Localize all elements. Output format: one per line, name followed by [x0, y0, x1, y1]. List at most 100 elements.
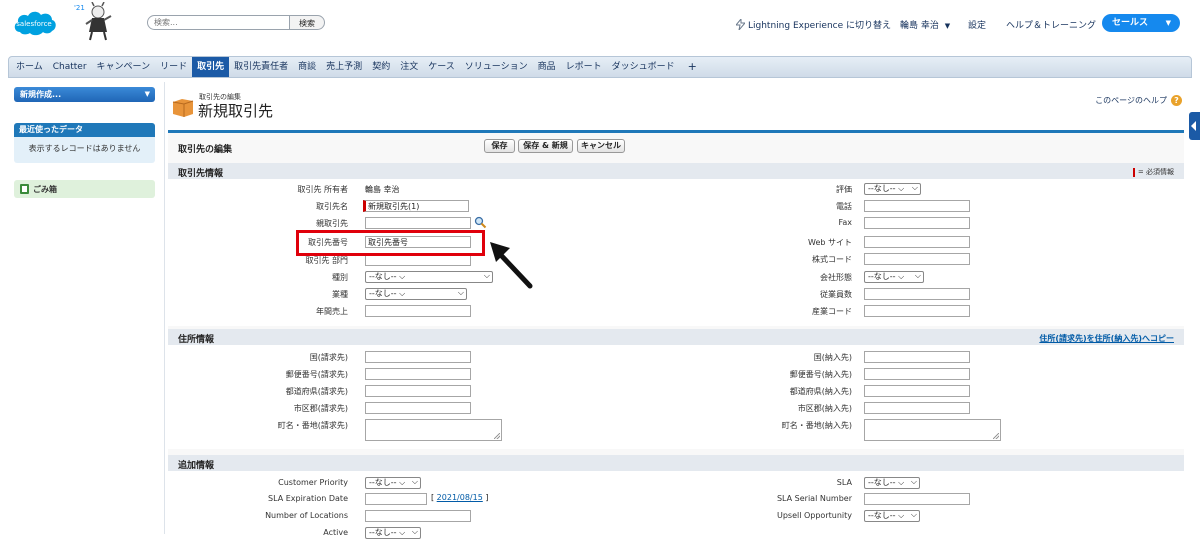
recycle-bin-label: ごみ箱 — [33, 184, 57, 194]
tab-solutions[interactable]: ソリューション — [460, 57, 533, 77]
tab-campaigns[interactable]: キャンペーン — [92, 57, 156, 77]
rating-select-value: --なし-- — [868, 184, 896, 193]
search-button[interactable]: 検索 — [289, 15, 325, 30]
ownership-select-value: --なし-- — [868, 272, 896, 281]
tab-home[interactable]: ホーム — [11, 57, 48, 77]
revenue-label: 年間売上 — [316, 307, 348, 316]
section-additional-info: 追加情報 — [168, 455, 1184, 471]
cancel-button[interactable]: キャンセル — [577, 139, 625, 153]
upsell-select[interactable]: --なし-- ⌵ — [864, 510, 920, 522]
required-marker-icon — [1132, 167, 1135, 177]
recycle-bin-link[interactable]: ごみ箱 — [14, 180, 155, 198]
shipping-street-textarea[interactable] — [864, 419, 1001, 441]
sla-select[interactable]: --なし-- ⌵ — [864, 477, 920, 489]
section-account-info: 取引先情報 = 必須情報 — [168, 163, 1184, 179]
tab-contacts[interactable]: 取引先責任者 — [229, 57, 293, 77]
ticker-input[interactable] — [864, 253, 970, 265]
sidebar-collapse-handle[interactable] — [1189, 112, 1200, 140]
fax-input[interactable] — [864, 217, 970, 229]
fax-label: Fax — [838, 218, 852, 227]
chevron-down-icon: ▼ — [1165, 19, 1171, 27]
recent-items-empty: 表示するレコードはありません — [28, 144, 141, 153]
billing-zip-input[interactable] — [365, 368, 471, 380]
industry-select[interactable]: --なし-- ⌵ — [365, 288, 467, 300]
number-of-locations-input[interactable] — [365, 510, 471, 522]
employees-label: 従業員数 — [820, 290, 852, 299]
website-input[interactable] — [864, 236, 970, 248]
release-badge: '21 — [74, 4, 85, 12]
page-help-label: このページのヘルプ — [1095, 96, 1167, 105]
shipping-city-label: 市区郡(納入先) — [797, 404, 852, 413]
shipping-country-input[interactable] — [864, 351, 970, 363]
sic-input[interactable] — [864, 305, 970, 317]
billing-city-label: 市区郡(請求先) — [293, 404, 348, 413]
save-button[interactable]: 保存 — [484, 139, 515, 153]
create-new-menu[interactable]: 新規作成... ▼ — [14, 87, 155, 102]
rating-select[interactable]: --なし-- ⌵ — [864, 183, 921, 195]
form-header: 取引先の編集 保存 保存 & 新規 キャンセル — [168, 133, 1184, 160]
tab-chatter[interactable]: Chatter — [48, 57, 92, 77]
tab-contracts[interactable]: 契約 — [367, 57, 395, 77]
active-select[interactable]: --なし-- ⌵ — [365, 527, 421, 539]
billing-city-input[interactable] — [365, 402, 471, 414]
today-date-link[interactable]: 2021/08/15 — [437, 493, 483, 502]
section-title: 取引先情報 — [178, 169, 224, 179]
owner-label: 取引先 所有者 — [297, 185, 348, 194]
app-name: セールス — [1112, 18, 1149, 28]
page-title: 新規取引先 — [198, 102, 274, 120]
account-name-input[interactable]: 新規取引先(1) — [363, 200, 469, 212]
billing-street-textarea[interactable] — [365, 419, 502, 441]
add-tab-button[interactable]: + — [680, 57, 705, 77]
billing-state-input[interactable] — [365, 385, 471, 397]
tab-opportunities[interactable]: 商談 — [293, 57, 321, 77]
sla-serial-input[interactable] — [864, 493, 970, 505]
create-new-label: 新規作成... — [20, 90, 62, 99]
sla-expiration-label: SLA Expiration Date — [267, 494, 348, 503]
help-icon: ? — [1171, 95, 1182, 106]
tab-products[interactable]: 商品 — [533, 57, 561, 77]
copy-address-link[interactable]: 住所(請求先)を住所(納入先)へコピー — [1039, 333, 1174, 344]
billing-country-input[interactable] — [365, 351, 471, 363]
shipping-zip-label: 郵便番号(納入先) — [789, 370, 852, 379]
sla-select-value: --なし-- — [868, 478, 896, 487]
revenue-input[interactable] — [365, 305, 471, 317]
parent-account-input[interactable] — [365, 217, 471, 229]
billing-street-label: 町名・番地(請求先) — [277, 421, 348, 430]
tab-orders[interactable]: 注文 — [395, 57, 423, 77]
save-and-new-button[interactable]: 保存 & 新規 — [518, 139, 573, 153]
billing-zip-label: 郵便番号(請求先) — [285, 370, 348, 379]
type-select[interactable]: --なし-- ⌵ — [365, 271, 493, 283]
sla-serial-label: SLA Serial Number — [776, 494, 852, 503]
sla-expiration-input[interactable] — [365, 493, 427, 505]
shipping-zip-input[interactable] — [864, 368, 970, 380]
user-menu[interactable]: 輪島 幸治 ▼ — [900, 18, 950, 31]
ticker-label: 株式コード — [812, 255, 852, 264]
ownership-select[interactable]: --なし-- ⌵ — [864, 271, 924, 283]
chevron-down-icon: ⌵ — [911, 183, 918, 192]
tab-reports[interactable]: レポート — [561, 57, 607, 77]
shipping-city-input[interactable] — [864, 402, 970, 414]
tab-cases[interactable]: ケース — [423, 57, 460, 77]
lightning-switch-link[interactable]: Lightning Experience に切り替え — [736, 18, 891, 31]
search-input[interactable] — [147, 15, 291, 30]
help-training-link[interactable]: ヘルプ＆トレーニング — [1006, 18, 1096, 31]
tab-accounts[interactable]: 取引先 — [192, 57, 230, 77]
highlight-box — [296, 230, 485, 256]
account-name-label: 取引先名 — [316, 202, 348, 211]
website-label: Web サイト — [808, 238, 852, 247]
phone-input[interactable] — [864, 200, 970, 212]
app-menu-button[interactable]: セールス ▼ — [1102, 14, 1180, 32]
trash-icon — [20, 184, 29, 194]
lookup-search-icon[interactable] — [474, 216, 487, 229]
tab-dashboards[interactable]: ダッシュボード — [607, 57, 680, 77]
salesforce-logo[interactable]: salesforce — [12, 6, 58, 38]
setup-link[interactable]: 設定 — [968, 18, 986, 31]
tab-leads[interactable]: リード — [155, 57, 192, 77]
billing-state-label: 都道府県(請求先) — [285, 387, 348, 396]
page-help-link[interactable]: このページのヘルプ ? — [1095, 95, 1182, 106]
employees-input[interactable] — [864, 288, 970, 300]
customer-priority-select[interactable]: --なし-- ⌵ — [365, 477, 421, 489]
billing-country-label: 国(請求先) — [309, 353, 348, 362]
tab-forecasts[interactable]: 売上予測 — [321, 57, 367, 77]
shipping-state-input[interactable] — [864, 385, 970, 397]
